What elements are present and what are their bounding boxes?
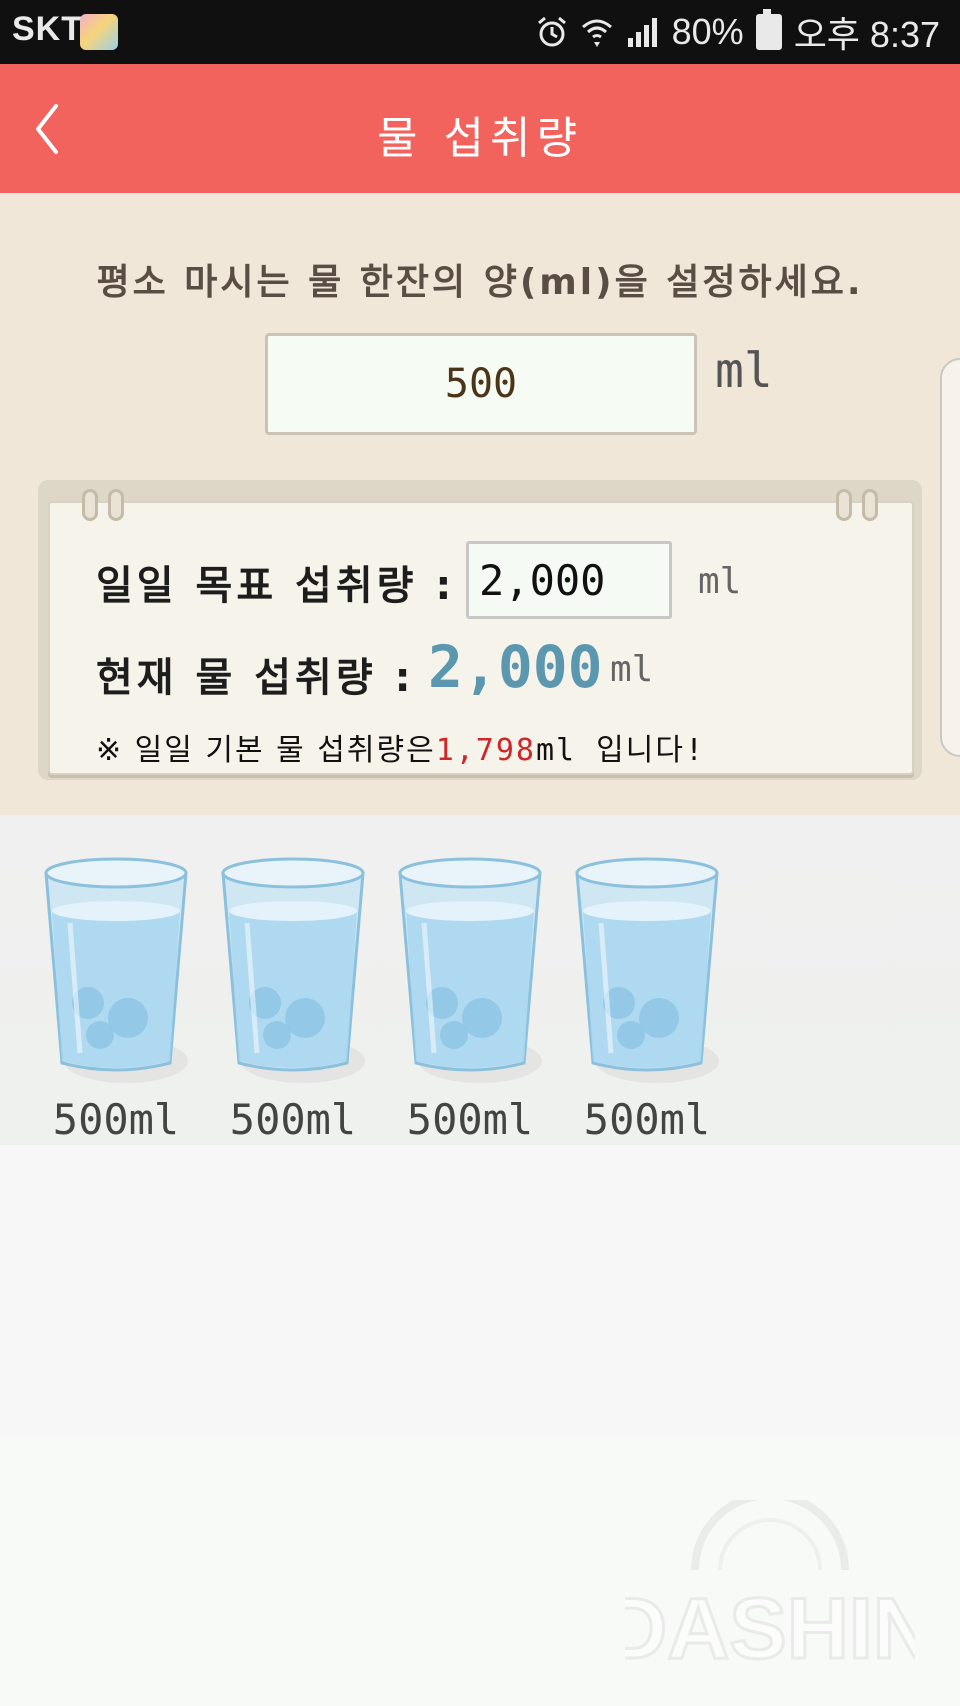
dashin-watermark-logo: DASHIN	[625, 1500, 915, 1670]
glass-size-instruction: 평소 마시는 물 한잔의 양(ml)을 설정하세요.	[96, 262, 864, 303]
glass-size-unit: ml	[715, 343, 773, 399]
daily-goal-input[interactable]: 2,000	[466, 541, 672, 619]
battery-percent: 80%	[671, 11, 744, 52]
current-intake-value: 2,000	[428, 633, 603, 701]
glass-size-input[interactable]: 500	[265, 333, 697, 435]
daily-goal-unit: ml	[698, 561, 742, 602]
note-suffix: ml 입니다!	[536, 733, 706, 768]
water-glass-item[interactable]: 500ml	[567, 853, 727, 1144]
water-glass-icon	[575, 857, 719, 1083]
settings-panel: 평소 마시는 물 한잔의 양(ml)을 설정하세요. 500 ml 일일 목표 …	[0, 193, 960, 815]
current-intake-unit: ml	[610, 649, 654, 690]
note-value: 1,798	[435, 733, 536, 768]
carrier-label: SKT	[12, 10, 83, 48]
water-glass-icon	[221, 857, 365, 1083]
alarm-icon	[537, 16, 566, 47]
binder-ring	[836, 489, 852, 521]
empty-space	[0, 1145, 960, 1435]
status-bar: SKT 80% 오후 8:37	[0, 0, 960, 64]
signal-icon	[627, 18, 657, 47]
water-glass-label: 500ml	[406, 1095, 534, 1144]
water-glass-label: 500ml	[583, 1095, 711, 1144]
binder-ring	[862, 489, 878, 521]
binder-ring	[108, 489, 124, 521]
daily-goal-label: 일일 목표 섭취량 :	[96, 563, 456, 609]
status-icons: 80% 오후 8:37	[536, 9, 940, 55]
note-prefix: ※ 일일 기본 물 섭취량은	[96, 733, 436, 768]
current-intake-label: 현재 물 섭취량 :	[96, 655, 415, 701]
water-glass-item[interactable]: 500ml	[390, 853, 550, 1144]
app-notification-icon	[80, 14, 118, 50]
water-glass-label: 500ml	[52, 1095, 180, 1144]
water-glass-item[interactable]: 500ml	[36, 853, 196, 1144]
wifi-icon	[581, 19, 612, 47]
water-glass-item[interactable]: 500ml	[213, 853, 373, 1144]
app-header: 물 섭취량	[0, 64, 960, 193]
water-glass-icon	[44, 857, 188, 1083]
battery-charging-icon	[755, 9, 782, 50]
side-drawer-handle[interactable]	[940, 358, 960, 757]
page-title: 물 섭취량	[377, 113, 583, 164]
watermark-text: DASHIN	[625, 1581, 915, 1670]
water-glass-list: 500ml 500ml 500ml 500ml	[0, 815, 960, 1145]
default-intake-note: ※ 일일 기본 물 섭취량은1,798ml 입니다!	[96, 725, 705, 769]
clock: 오후 8:37	[793, 14, 940, 55]
water-glass-icon	[398, 857, 542, 1083]
water-glass-label: 500ml	[229, 1095, 357, 1144]
binder-ring	[82, 489, 98, 521]
